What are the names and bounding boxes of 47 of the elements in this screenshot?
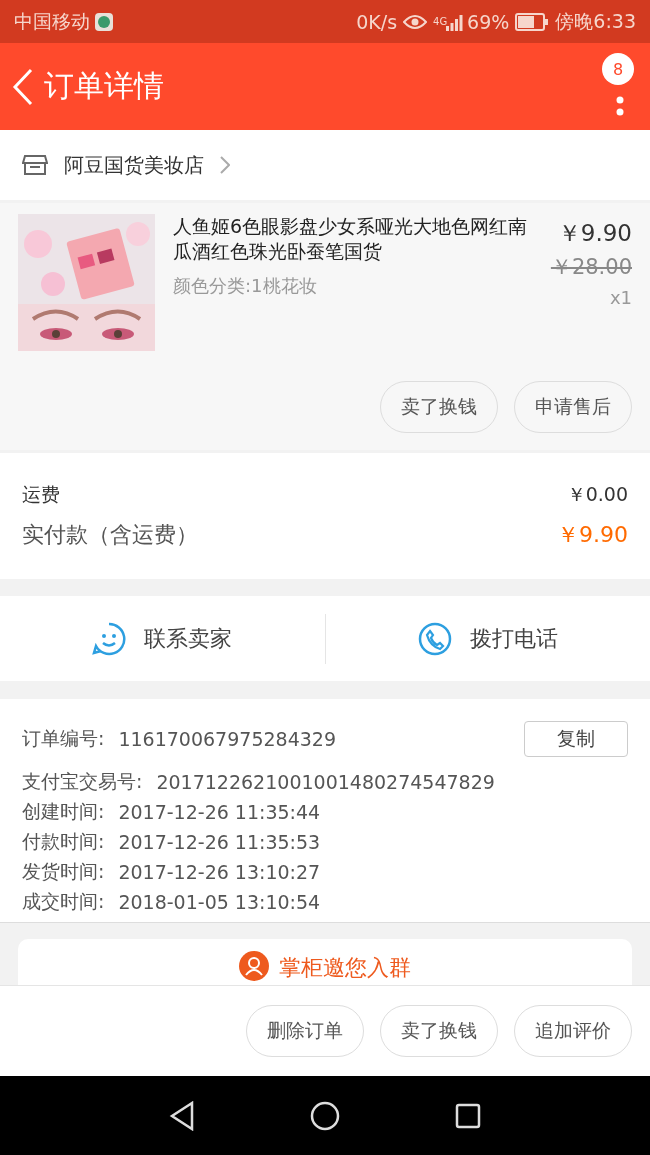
- fee-label: 实付款（含运费）: [22, 521, 198, 549]
- invite-text: 掌柜邀您入群: [279, 955, 411, 981]
- info-label: 付款时间:: [22, 829, 105, 854]
- page-title: 订单详情: [44, 67, 164, 105]
- info-label: 成交时间:: [22, 889, 105, 914]
- fee-value: ￥9.90: [557, 521, 628, 549]
- smiley-chat-icon[interactable]: [92, 621, 127, 656]
- back-icon[interactable]: [12, 67, 34, 106]
- info-value: 2017-12-26 11:35:44: [118, 801, 321, 823]
- signal-icon: [445, 12, 464, 31]
- info-label: 创建时间:: [22, 799, 105, 824]
- info-value: 2017-12-26 11:35:53: [118, 831, 321, 853]
- shop-name[interactable]: 阿豆国货美妆店: [64, 151, 204, 179]
- original-price: ￥28.00: [550, 254, 632, 281]
- home-nav-icon[interactable]: [310, 1100, 340, 1131]
- fee-value: ￥0.00: [566, 482, 628, 507]
- network-type: 4G: [433, 16, 446, 27]
- contact-button[interactable]: 拨打电话: [469, 623, 558, 654]
- info-value: 116170067975284329: [118, 728, 336, 750]
- phone-icon[interactable]: [417, 621, 452, 656]
- info-label: 发货时间:: [22, 859, 105, 884]
- info-label: 支付宝交易号:: [22, 769, 143, 794]
- info-label: 订单编号:: [22, 726, 105, 751]
- contact-button[interactable]: 联系卖家: [144, 623, 233, 654]
- copy-button[interactable]: 复制: [524, 721, 628, 757]
- store-icon: [22, 154, 48, 176]
- battery-icon: [515, 12, 550, 31]
- quantity: x1: [609, 287, 632, 308]
- back-nav-icon[interactable]: [169, 1100, 195, 1131]
- app-notification-icon: [94, 11, 114, 32]
- product-title[interactable]: 人鱼姬6色眼影盘少女系哑光大地色网红南瓜酒红色珠光卧蚕笔国货: [173, 214, 528, 264]
- info-value: 2017122621001001480274547829: [156, 771, 495, 793]
- info-value: 2017-12-26 13:10:27: [118, 861, 321, 883]
- group-icon: [239, 951, 269, 981]
- chevron-right-icon[interactable]: [220, 156, 230, 174]
- recents-nav-icon[interactable]: [455, 1102, 481, 1129]
- price: ￥9.90: [557, 219, 632, 248]
- notification-badge: 8: [602, 53, 634, 85]
- fee-label: 运费: [22, 482, 60, 507]
- info-value: 2018-01-05 13:10:54: [118, 891, 321, 913]
- product-variant: 颜色分类:1桃花妆: [173, 274, 318, 298]
- carrier: 中国移动: [14, 8, 90, 34]
- more-icon[interactable]: [616, 95, 624, 116]
- clock: 傍晚6:33: [555, 8, 636, 34]
- eye-icon: [403, 13, 428, 30]
- network-speed: 0K/s: [356, 10, 398, 33]
- battery-percent: 69%: [467, 10, 510, 33]
